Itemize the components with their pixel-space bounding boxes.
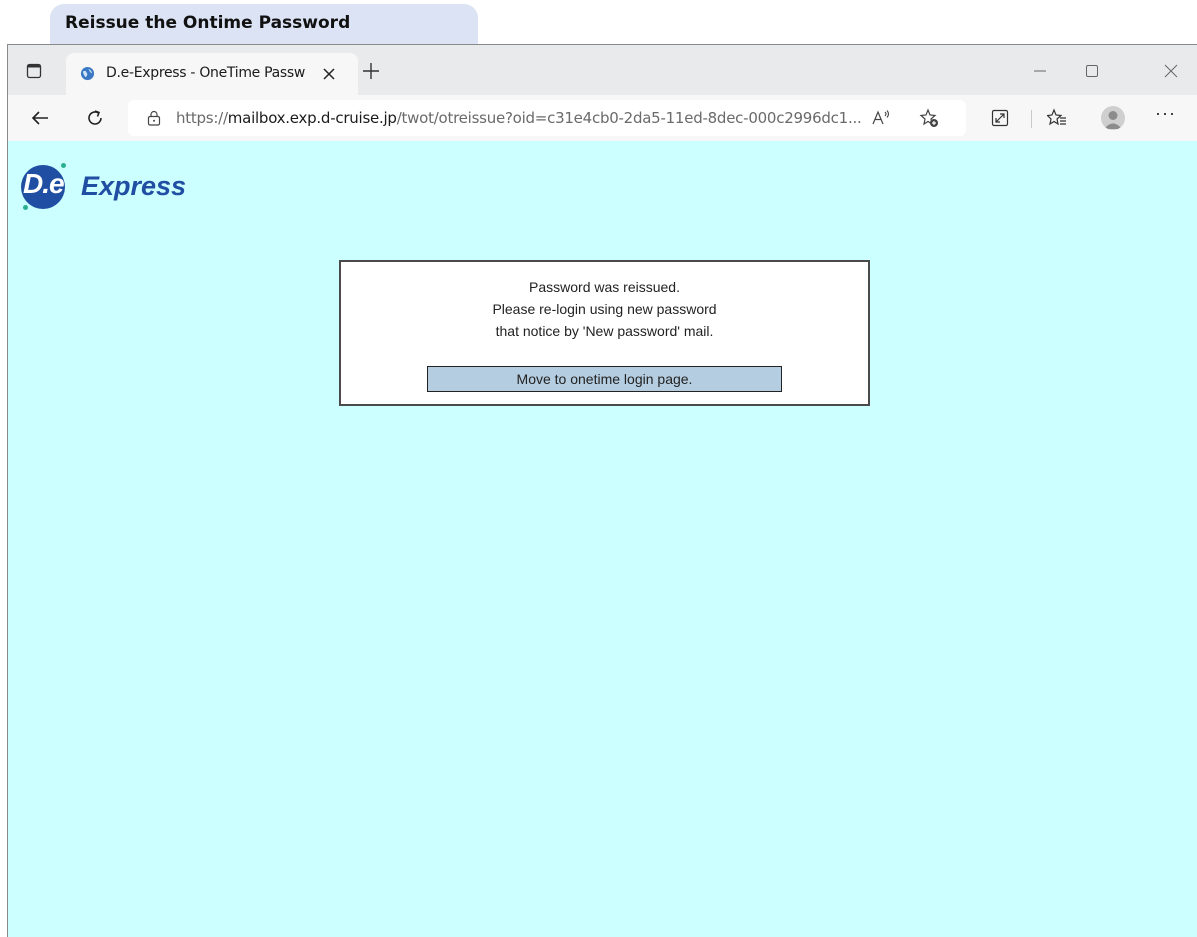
- move-to-login-button[interactable]: Move to onetime login page.: [427, 366, 782, 392]
- address-bar[interactable]: https://mailbox.exp.d-cruise.jp/twot/otr…: [128, 100, 966, 136]
- caption-text: Reissue the Ontime Password: [65, 13, 351, 33]
- message-line: Password was reissued.: [529, 279, 680, 295]
- maximize-icon[interactable]: [1082, 61, 1102, 81]
- tab-title: D.e-Express - OneTime Password: [106, 65, 306, 81]
- logo-dot: [61, 163, 66, 168]
- profile-avatar[interactable]: [1101, 106, 1125, 130]
- navigation-bar: https://mailbox.exp.d-cruise.jp/twot/otr…: [8, 95, 1197, 142]
- message-box: Password was reissued. Please re-login u…: [339, 260, 870, 406]
- tab-strip: D.e-Express - OneTime Password: [8, 45, 1197, 95]
- url-text: https://mailbox.exp.d-cruise.jp/twot/otr…: [176, 109, 862, 127]
- back-arrow-icon[interactable]: [28, 106, 52, 130]
- refresh-icon[interactable]: [83, 106, 107, 130]
- tab-actions-icon[interactable]: [24, 61, 44, 81]
- minimize-icon[interactable]: [1030, 61, 1050, 81]
- logo-dot: [23, 205, 28, 210]
- toolbar-separator: [1031, 110, 1032, 128]
- lock-icon[interactable]: [146, 110, 162, 126]
- message-text: Password was reissued. Please re-login u…: [341, 276, 868, 342]
- de-express-logo: D.e Express: [19, 163, 219, 213]
- new-tab-icon[interactable]: [362, 62, 380, 80]
- logo-mark: D.e: [23, 168, 65, 199]
- message-line: Please re-login using new password: [492, 301, 717, 317]
- page-content: D.e Express Password was reissued. Pleas…: [8, 141, 1197, 937]
- close-tab-icon[interactable]: [319, 64, 339, 84]
- message-line: that notice by 'New password' mail.: [495, 323, 714, 339]
- globe-icon: [80, 66, 95, 81]
- tab-active[interactable]: D.e-Express - OneTime Password: [66, 53, 358, 95]
- url-prefix: https://: [176, 109, 228, 127]
- add-favorite-icon[interactable]: [918, 108, 940, 128]
- favorites-icon[interactable]: [1045, 106, 1069, 130]
- more-menu-icon[interactable]: ···: [1155, 103, 1176, 124]
- url-host: mailbox.exp.d-cruise.jp: [227, 109, 397, 127]
- caption-banner: Reissue the Ontime Password: [50, 4, 478, 44]
- immersive-reader-icon[interactable]: [988, 106, 1012, 130]
- read-aloud-icon[interactable]: [870, 108, 892, 128]
- close-window-icon[interactable]: [1161, 61, 1181, 81]
- logo-word: Express: [81, 171, 187, 201]
- browser-window: D.e-Express - OneTime Password https://m…: [7, 44, 1197, 937]
- url-path: /twot/otreissue?oid=c31e4cb0-2da5-11ed-8…: [396, 109, 862, 127]
